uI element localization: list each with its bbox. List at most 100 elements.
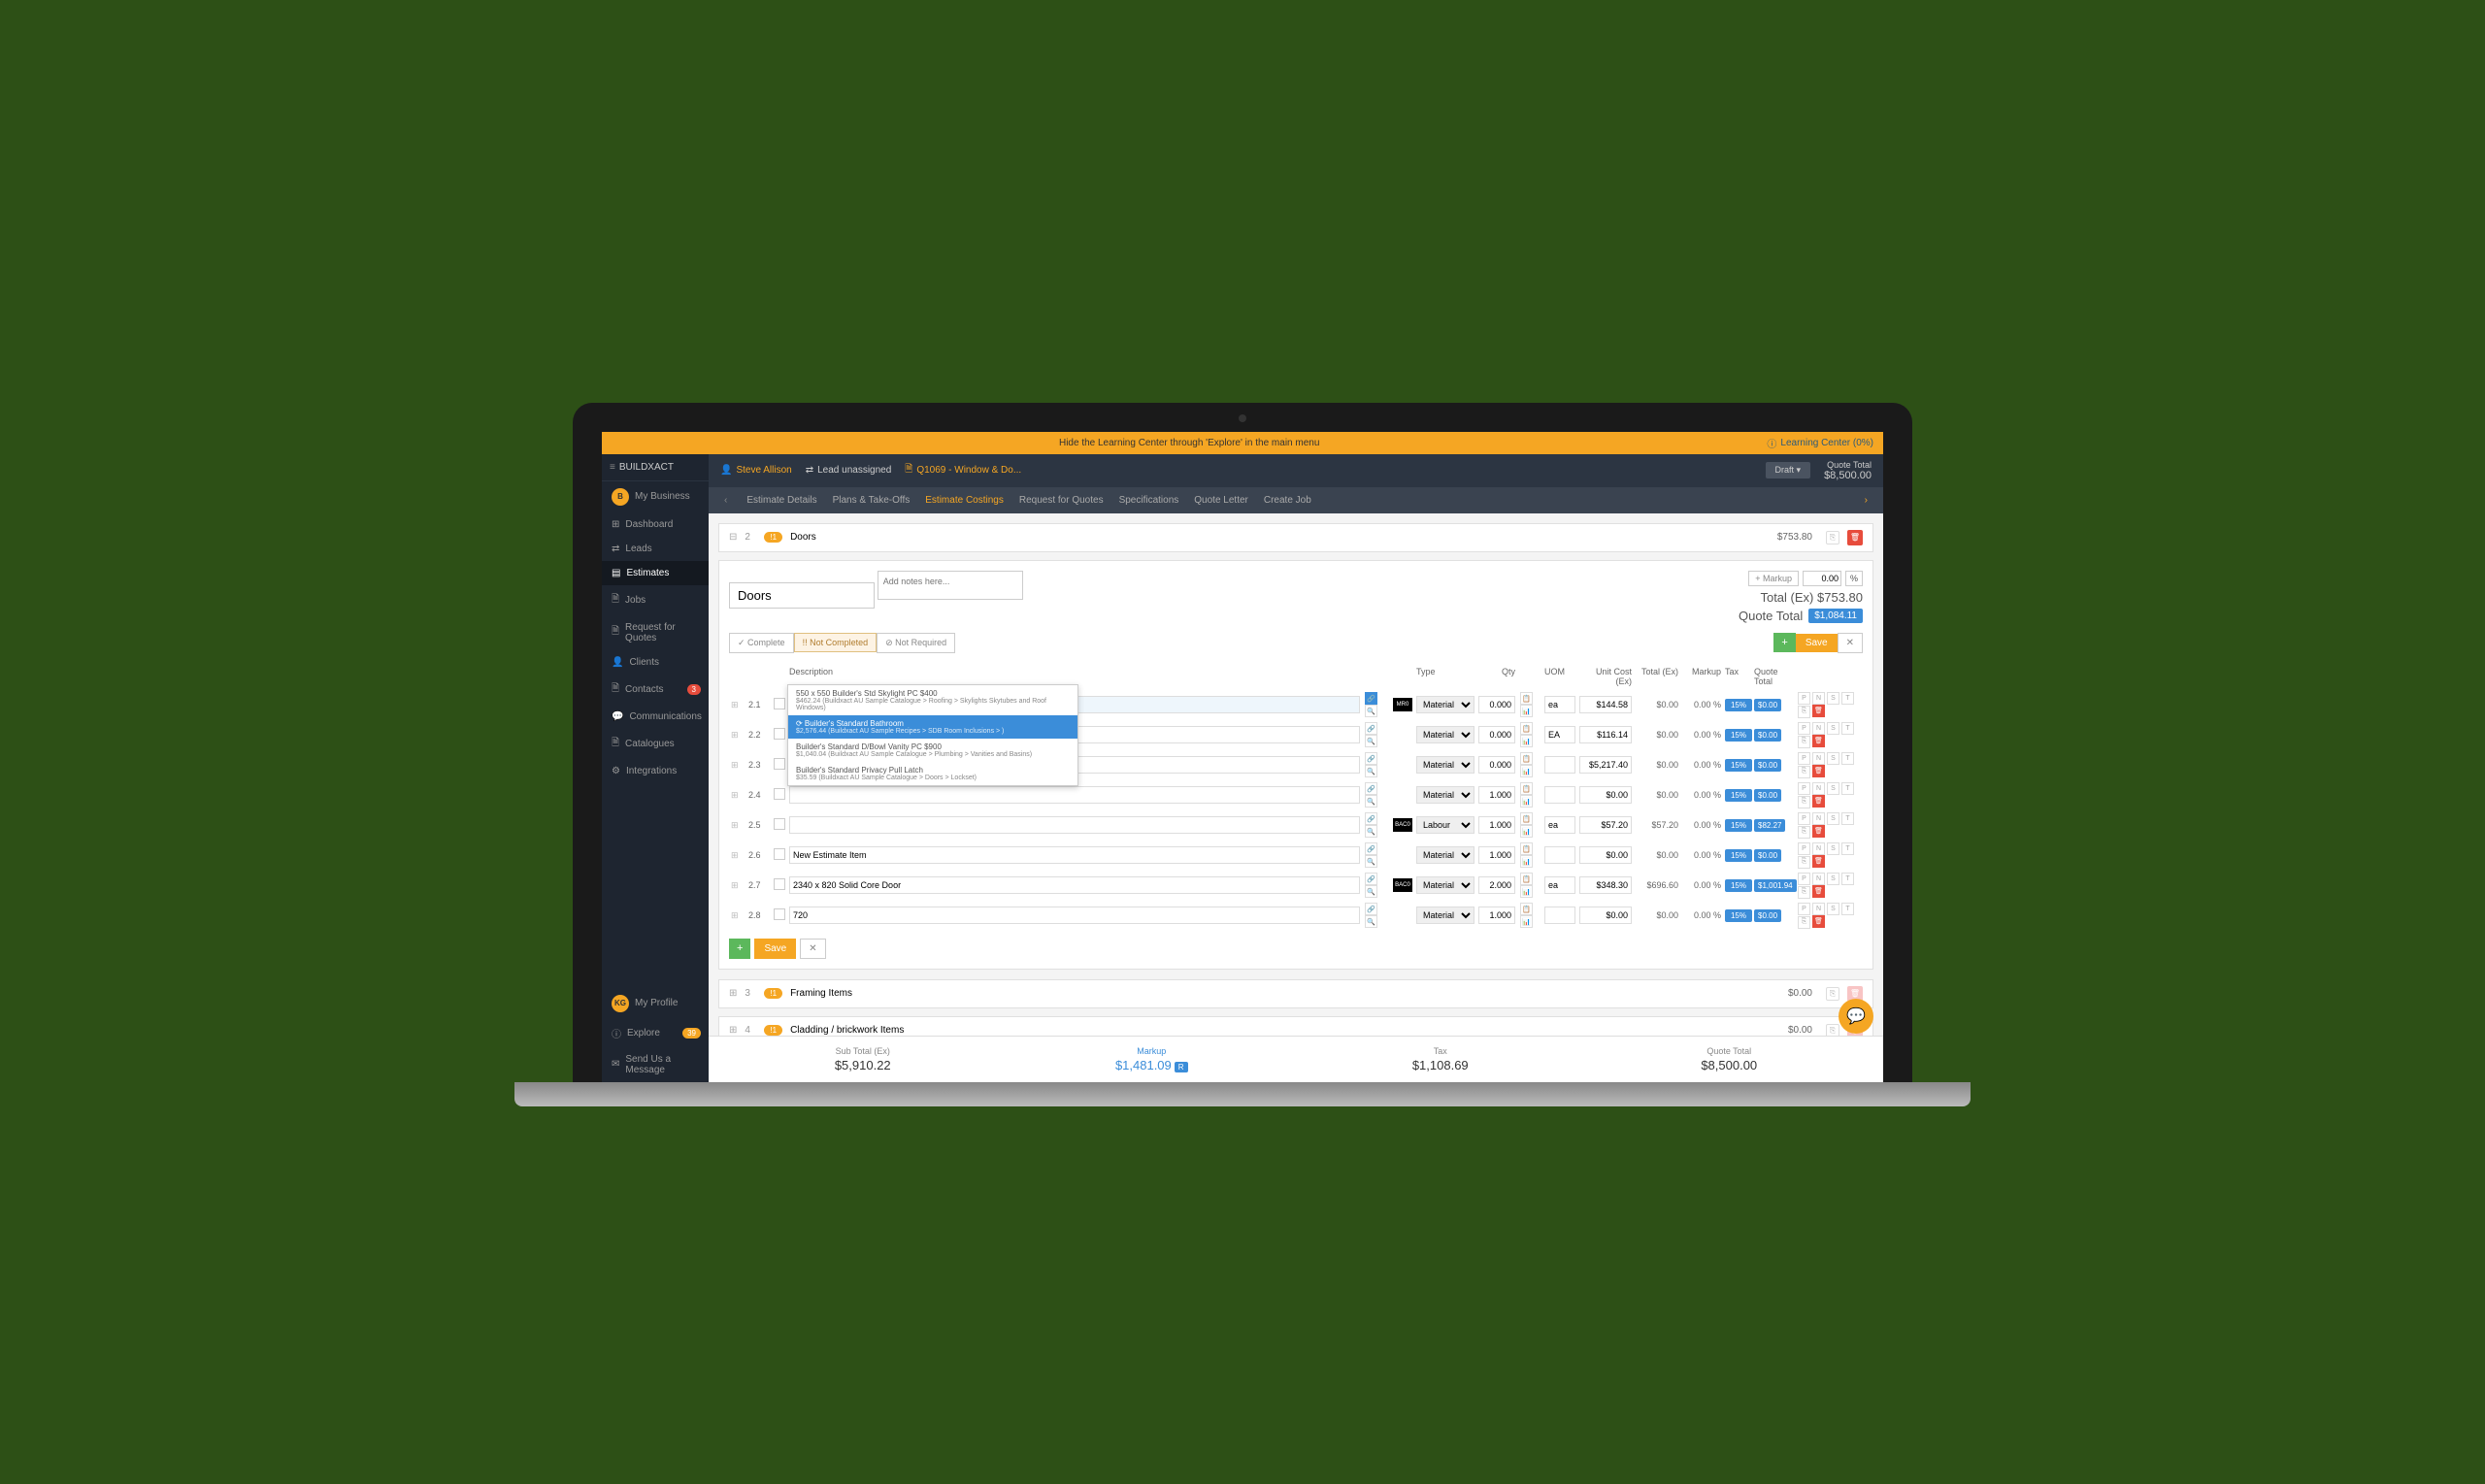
type-select[interactable]: Material [1416, 786, 1474, 804]
autocomplete-option[interactable]: Builder's Standard D/Bowl Vanity PC $900… [788, 739, 1077, 762]
close-button-bottom[interactable]: ✕ [800, 939, 825, 959]
calc-icon[interactable]: 📋 [1520, 873, 1533, 885]
qty-input[interactable] [1478, 786, 1515, 804]
type-select[interactable]: Material [1416, 876, 1474, 894]
search-icon[interactable]: 🔍 [1365, 795, 1377, 808]
qty-input[interactable] [1478, 907, 1515, 924]
search-icon[interactable]: 🔍 [1365, 915, 1377, 928]
checkbox[interactable] [774, 848, 785, 860]
uom-input[interactable] [1544, 816, 1575, 834]
link-icon[interactable]: 🔗 [1365, 692, 1377, 705]
n-icon[interactable]: N [1812, 752, 1825, 765]
chat-icon[interactable]: 💬 [1839, 999, 1873, 1034]
expand-icon[interactable]: ⊞ [729, 1025, 737, 1036]
type-select[interactable]: Material [1416, 696, 1474, 713]
brand[interactable]: BUILDXACT [602, 454, 709, 481]
description-input[interactable] [789, 907, 1360, 924]
qty-input[interactable] [1478, 696, 1515, 713]
s-icon[interactable]: S [1827, 903, 1839, 915]
sidebar-item-communications[interactable]: 💬Communications [602, 705, 709, 729]
sidebar-item-contacts[interactable]: 🗎Contacts3 [602, 675, 709, 705]
expand-icon[interactable]: ⊞ [731, 850, 739, 860]
tabs-next-icon[interactable]: › [1861, 495, 1872, 506]
link-icon[interactable]: 🔗 [1365, 752, 1377, 765]
sidebar-item-catalogues[interactable]: 🗎Catalogues [602, 729, 709, 759]
status-complete[interactable]: ✓ Complete [729, 633, 794, 653]
s-icon[interactable]: S [1827, 873, 1839, 885]
delete-icon[interactable]: 🗑 [1812, 795, 1825, 808]
autocomplete-option[interactable]: ⟳ Builder's Standard Bathroom$2,576.44 (… [788, 715, 1077, 739]
delete-icon[interactable]: 🗑 [1812, 915, 1825, 928]
checkbox[interactable] [774, 818, 785, 830]
search-icon[interactable]: 🔍 [1365, 825, 1377, 838]
n-icon[interactable]: N [1812, 903, 1825, 915]
link-icon[interactable]: 🔗 [1365, 782, 1377, 795]
tax-badge[interactable]: 15% [1725, 789, 1752, 802]
status-dropdown[interactable]: Draft ▾ [1766, 462, 1811, 478]
link-icon[interactable]: 🔗 [1365, 903, 1377, 915]
p-icon[interactable]: P [1798, 752, 1810, 765]
sidebar-item-integrations[interactable]: ⚙Integrations [602, 759, 709, 783]
chart-icon[interactable]: 📊 [1520, 795, 1533, 808]
save-button[interactable]: Save [1796, 634, 1838, 652]
sidebar-item-jobs[interactable]: 🗎Jobs [602, 585, 709, 615]
n-icon[interactable]: N [1812, 812, 1825, 825]
checkbox[interactable] [774, 878, 785, 890]
sidebar-item-my-business[interactable]: BMy Business [602, 481, 709, 512]
uom-input[interactable] [1544, 756, 1575, 774]
expand-icon[interactable]: ⊟ [729, 532, 737, 543]
description-input[interactable] [789, 846, 1360, 864]
calc-icon[interactable]: 📋 [1520, 812, 1533, 825]
qty-input[interactable] [1478, 876, 1515, 894]
checkbox[interactable] [774, 788, 785, 800]
category-row[interactable]: ⊞4!1Cladding / brickwork Items$0.00⎘🗑 [718, 1016, 1873, 1036]
link-icon[interactable]: 🔗 [1365, 812, 1377, 825]
chart-icon[interactable]: 📊 [1520, 885, 1533, 898]
calc-icon[interactable]: 📋 [1520, 842, 1533, 855]
uom-input[interactable] [1544, 726, 1575, 743]
n-icon[interactable]: N [1812, 873, 1825, 885]
description-input[interactable] [789, 786, 1360, 804]
delete-icon[interactable]: 🗑 [1847, 530, 1863, 545]
s-icon[interactable]: S [1827, 812, 1839, 825]
s-icon[interactable]: S [1827, 782, 1839, 795]
copy-icon[interactable]: ⎘ [1798, 796, 1810, 808]
sidebar-item-clients[interactable]: 👤Clients [602, 650, 709, 675]
checkbox[interactable] [774, 728, 785, 740]
tax-badge[interactable]: 15% [1725, 729, 1752, 742]
expand-icon[interactable]: ⊞ [731, 790, 739, 800]
tabs-prev-icon[interactable]: ‹ [720, 495, 731, 506]
description-input[interactable] [789, 876, 1360, 894]
s-icon[interactable]: S [1827, 752, 1839, 765]
qty-input[interactable] [1478, 846, 1515, 864]
cost-input[interactable] [1579, 907, 1632, 924]
tab-estimate-details[interactable]: Estimate Details [746, 487, 816, 513]
checkbox[interactable] [774, 908, 785, 920]
tab-request-for-quotes[interactable]: Request for Quotes [1019, 487, 1104, 513]
cost-input[interactable] [1579, 756, 1632, 774]
crumb-lead[interactable]: ⇄ Lead unassigned [806, 465, 892, 476]
s-icon[interactable]: S [1827, 842, 1839, 855]
learning-center-link[interactable]: ⓘ Learning Center (0%) [1767, 436, 1873, 450]
search-icon[interactable]: 🔍 [1365, 885, 1377, 898]
delete-icon[interactable]: 🗑 [1812, 705, 1825, 717]
tax-badge[interactable]: 15% [1725, 909, 1752, 922]
delete-icon[interactable]: 🗑 [1812, 765, 1825, 777]
cost-input[interactable] [1579, 726, 1632, 743]
copy-icon[interactable]: ⎘ [1798, 766, 1810, 778]
chart-icon[interactable]: 📊 [1520, 855, 1533, 868]
cost-input[interactable] [1579, 846, 1632, 864]
s-icon[interactable]: S [1827, 722, 1839, 735]
t-icon[interactable]: T [1841, 903, 1854, 915]
n-icon[interactable]: N [1812, 692, 1825, 705]
p-icon[interactable]: P [1798, 722, 1810, 735]
chart-icon[interactable]: 📊 [1520, 915, 1533, 928]
qty-input[interactable] [1478, 726, 1515, 743]
delete-icon[interactable]: 🗑 [1812, 825, 1825, 838]
copy-icon[interactable]: ⎘ [1798, 826, 1810, 839]
t-icon[interactable]: T [1841, 722, 1854, 735]
search-icon[interactable]: 🔍 [1365, 765, 1377, 777]
tab-create-job[interactable]: Create Job [1264, 487, 1311, 513]
add-markup-button[interactable]: + Markup [1748, 571, 1799, 586]
delete-icon[interactable]: 🗑 [1812, 735, 1825, 747]
